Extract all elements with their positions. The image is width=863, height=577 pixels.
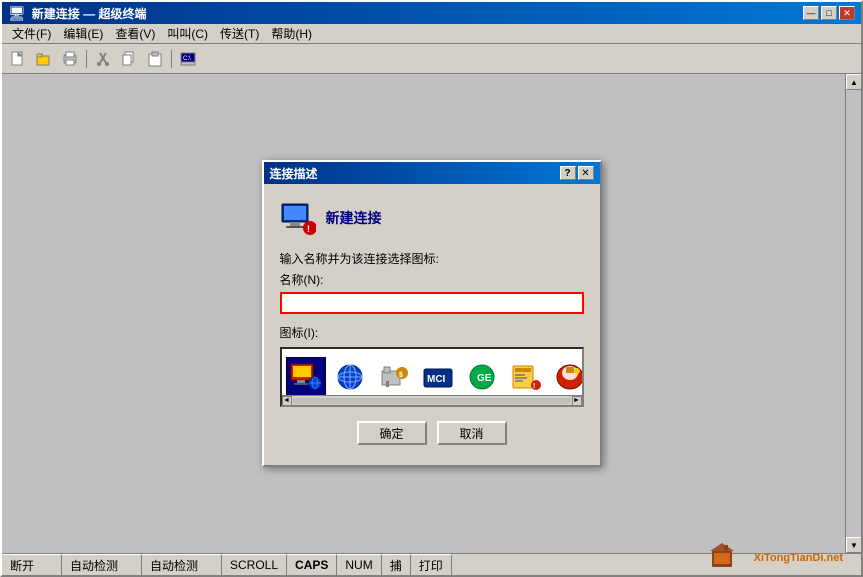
status-auto1: 自动检测 (62, 554, 142, 575)
status-capture: 捕 (382, 554, 411, 575)
toolbar-paste[interactable] (143, 48, 167, 70)
icon-scrollbar[interactable]: ◄ ► (282, 395, 582, 405)
watermark-site-text: XiTongTianDi.net (754, 552, 843, 564)
toolbar-cut[interactable] (91, 48, 115, 70)
icon-label: 图标(I): (280, 324, 584, 341)
dialog-title-bar: 连接描述 ? ✕ (264, 162, 600, 184)
status-caps: CAPS (287, 554, 337, 575)
dialog-help-button[interactable]: ? (560, 166, 576, 180)
menu-view[interactable]: 查看(V) (109, 23, 161, 44)
title-bar: 🖥 新建连接 — 超级终端 — □ ✕ (2, 2, 861, 24)
main-window: 🖥 新建连接 — 超级终端 — □ ✕ 文件(F) 编辑(E) 查看(V) 叫叫… (0, 0, 863, 577)
menu-call[interactable]: 叫叫(C) (161, 23, 214, 44)
svg-text:C:\: C:\ (183, 56, 191, 62)
maximize-button[interactable]: □ (821, 6, 837, 20)
menu-bar: 文件(F) 编辑(E) 查看(V) 叫叫(C) 传送(T) 帮助(H) (2, 24, 861, 44)
dialog-body: ! 新建连接 输入名称并为该连接选择图标: 名称(N): 图标(I): (264, 184, 600, 465)
svg-text:!: ! (307, 224, 310, 234)
name-input[interactable] (280, 292, 584, 314)
dialog-title: 连接描述 (270, 165, 318, 182)
menu-edit[interactable]: 编辑(E) (57, 23, 109, 44)
main-content: ▲ ▼ 连接描述 ? ✕ (2, 74, 861, 553)
icon-item-2[interactable]: $ (374, 357, 414, 397)
connection-dialog: 连接描述 ? ✕ (262, 160, 602, 467)
title-bar-controls: — □ ✕ (803, 6, 855, 20)
dialog-overlay: 连接描述 ? ✕ (2, 74, 861, 553)
ok-button[interactable]: 确定 (357, 421, 427, 445)
icon-item-5[interactable]: ! (506, 357, 546, 397)
svg-text:GE: GE (477, 373, 492, 384)
dialog-prompt: 输入名称并为该连接选择图标: (280, 250, 584, 267)
status-auto2: 自动检测 (142, 554, 222, 575)
toolbar: C:\ (2, 44, 861, 74)
menu-file[interactable]: 文件(F) (6, 23, 57, 44)
icon-item-0[interactable] (286, 357, 326, 397)
icon-list-container: $ MCI (280, 347, 584, 407)
watermark: XiTongTianDi.net (710, 543, 843, 573)
toolbar-new[interactable] (6, 48, 30, 70)
toolbar-print[interactable] (58, 48, 82, 70)
dialog-footer: 确定 取消 (280, 421, 584, 449)
cancel-button[interactable]: 取消 (437, 421, 507, 445)
svg-text:$: $ (399, 372, 403, 379)
svg-text:MCI: MCI (427, 374, 446, 385)
window-icon: 🖥 (8, 5, 26, 22)
dialog-header: ! 新建连接 (280, 200, 584, 236)
icon-item-3[interactable]: MCI (418, 357, 458, 397)
icon-item-4[interactable]: GE (462, 357, 502, 397)
icon-item-6[interactable] (550, 357, 584, 397)
minimize-button[interactable]: — (803, 6, 819, 20)
status-print: 打印 (411, 554, 452, 575)
window-title: 新建连接 — 超级终端 (32, 5, 147, 22)
toolbar-separator-2 (171, 50, 172, 68)
status-connection: 断开 (2, 554, 62, 575)
icon-scroll-right[interactable]: ► (572, 396, 582, 406)
toolbar-open[interactable] (32, 48, 56, 70)
dialog-title-controls: ? ✕ (560, 166, 594, 180)
icon-item-1[interactable] (330, 357, 370, 397)
svg-text:!: ! (533, 383, 535, 390)
menu-transfer[interactable]: 传送(T) (214, 23, 265, 44)
dialog-close-button[interactable]: ✕ (578, 166, 594, 180)
new-connection-icon: ! (280, 200, 316, 236)
status-bar: 断开 自动检测 自动检测 SCROLL CAPS NUM 捕 打印 XiT (2, 553, 861, 575)
icon-scroll-left[interactable]: ◄ (282, 396, 292, 406)
menu-help[interactable]: 帮助(H) (265, 23, 318, 44)
toolbar-separator-1 (86, 50, 87, 68)
watermark-icon (710, 543, 750, 573)
watermark-logo-container (710, 543, 750, 573)
icon-scroll-track[interactable] (293, 398, 571, 404)
terminal-area: ▲ ▼ 连接描述 ? ✕ (2, 74, 861, 553)
toolbar-terminal[interactable]: C:\ (176, 48, 200, 70)
dialog-header-title: 新建连接 (326, 208, 382, 228)
toolbar-copy[interactable] (117, 48, 141, 70)
window-close-button[interactable]: ✕ (839, 6, 855, 20)
name-label: 名称(N): (280, 271, 584, 288)
status-num: NUM (337, 554, 381, 575)
status-scroll: SCROLL (222, 554, 287, 575)
